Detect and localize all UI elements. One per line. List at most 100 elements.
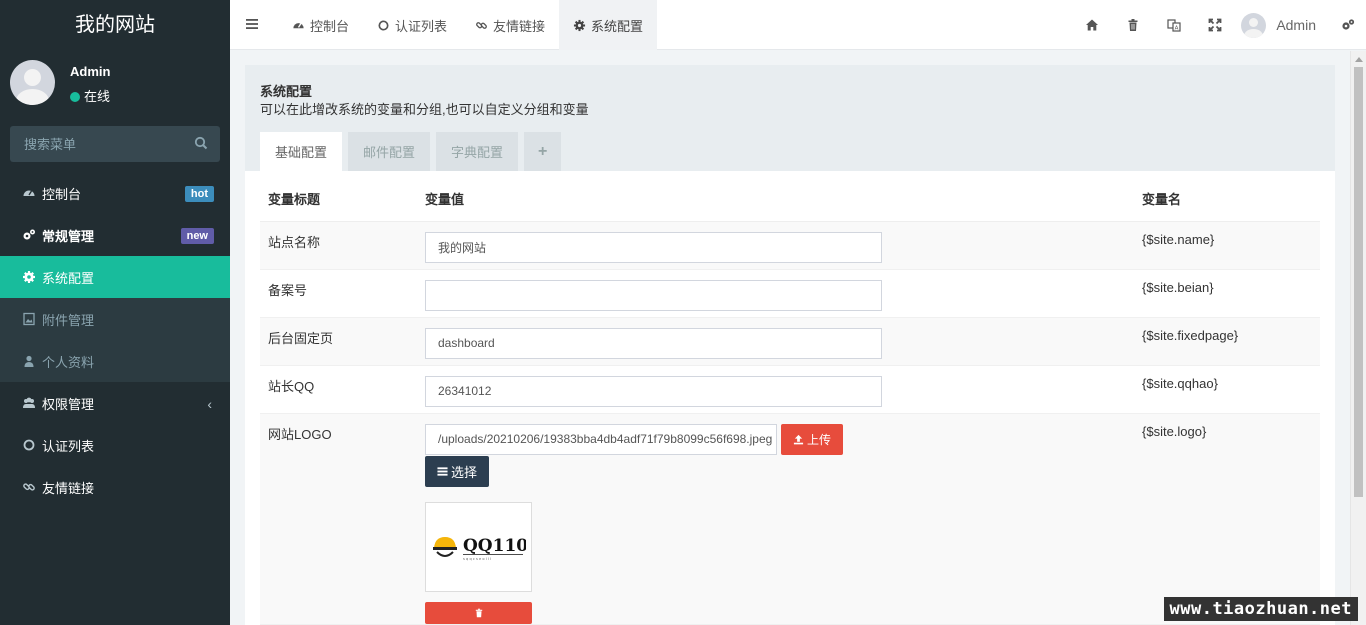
row-variable-name: {$site.logo} bbox=[1134, 413, 1320, 625]
user-icon bbox=[24, 355, 34, 367]
scrollbar-thumb[interactable] bbox=[1354, 67, 1363, 497]
column-header: 变量值 bbox=[417, 171, 1134, 222]
tab-dashboard[interactable]: 控制台 bbox=[278, 0, 363, 50]
sidebar-menu: 控制台 hot 常规管理 new 系统配置 附件管理 个人资料 权限管理 ‹ 认… bbox=[0, 172, 230, 508]
sidebar-item-label: 常规管理 bbox=[42, 228, 95, 244]
sidebar-item-label: 控制台 bbox=[42, 186, 82, 202]
row-title: 站点名称 bbox=[260, 221, 417, 270]
nav-tabs: 控制台 认证列表 友情链接 系统配置 bbox=[278, 0, 658, 50]
sidebar-item-system-config[interactable]: 系统配置 bbox=[0, 256, 230, 298]
home-icon bbox=[1085, 19, 1098, 31]
add-group-button[interactable]: + bbox=[524, 132, 562, 171]
scroll-up-icon[interactable] bbox=[1355, 57, 1363, 62]
header-user-menu[interactable]: Admin bbox=[1235, 0, 1330, 50]
row-variable-name: {$site.fixedpage} bbox=[1134, 317, 1320, 366]
table-row: 后台固定页 {$site.fixedpage} bbox=[260, 317, 1320, 366]
main-content: 系统配置 可以在此增改系统的变量和分组,也可以自定义分组和变量 基础配置 邮件配… bbox=[230, 51, 1350, 625]
row-title: 站长QQ bbox=[260, 365, 417, 414]
circle-icon bbox=[378, 19, 389, 31]
link-icon bbox=[476, 21, 487, 29]
user-name: Admin bbox=[70, 64, 111, 79]
tab-dictionary-config[interactable]: 字典配置 bbox=[436, 132, 519, 171]
sidebar-item-auth-list[interactable]: 认证列表 bbox=[0, 424, 230, 466]
tab-email-config[interactable]: 邮件配置 bbox=[348, 132, 431, 171]
choose-button[interactable]: 选择 bbox=[425, 455, 490, 487]
logo-path-field[interactable] bbox=[425, 423, 777, 455]
sidebar-item-label: 权限管理 bbox=[42, 396, 95, 412]
sidebar-item-permissions[interactable]: 权限管理 ‹ bbox=[0, 382, 230, 424]
tab-label: 控制台 bbox=[310, 18, 350, 34]
svg-text:A: A bbox=[1174, 26, 1178, 32]
row-variable-name: {$site.name} bbox=[1134, 221, 1320, 270]
sidebar-item-general[interactable]: 常规管理 new bbox=[0, 214, 230, 256]
logo-text: QQ110 bbox=[463, 536, 526, 556]
table-row: 站点名称 {$site.name} bbox=[260, 221, 1320, 270]
list-icon bbox=[437, 466, 448, 476]
cogs-icon bbox=[1342, 19, 1355, 30]
choose-label: 选择 bbox=[451, 464, 478, 480]
sidebar-item-label: 系统配置 bbox=[42, 270, 95, 286]
tab-label: 认证列表 bbox=[395, 18, 448, 34]
panel-header: 系统配置 可以在此增改系统的变量和分组,也可以自定义分组和变量 基础配置 邮件配… bbox=[245, 65, 1335, 171]
user-panel: Admin 在线 bbox=[0, 50, 230, 116]
vertical-scrollbar[interactable] bbox=[1350, 51, 1366, 625]
row-title: 备案号 bbox=[260, 269, 417, 318]
sidebar-item-label: 个人资料 bbox=[42, 354, 95, 370]
header-user-name: Admin bbox=[1276, 17, 1316, 33]
sidebar-item-label: 附件管理 bbox=[42, 312, 95, 328]
settings-button[interactable] bbox=[1330, 0, 1366, 50]
menu-toggle-icon[interactable] bbox=[245, 17, 259, 31]
upload-button[interactable]: 上传 bbox=[781, 423, 844, 455]
sidebar-item-links[interactable]: 友情链接 bbox=[0, 466, 230, 508]
config-table: 变量标题 变量值 变量名 站点名称 {$site.name} 备案号 {$sit… bbox=[260, 171, 1320, 625]
link-icon bbox=[23, 483, 35, 491]
language-button[interactable]: A bbox=[1153, 0, 1194, 50]
table-header: 变量标题 变量值 变量名 bbox=[260, 171, 1320, 222]
site-logo[interactable]: 我的网站 bbox=[0, 0, 230, 50]
expand-icon bbox=[1208, 18, 1222, 32]
menu-search bbox=[10, 126, 220, 162]
search-icon[interactable] bbox=[194, 136, 208, 150]
logo-subtext: s q q c s e o l l l bbox=[463, 557, 491, 561]
column-header: 变量名 bbox=[1134, 171, 1320, 222]
sidebar-item-profile[interactable]: 个人资料 bbox=[0, 340, 230, 382]
tab-label: 系统配置 bbox=[591, 18, 644, 34]
user-status: 在线 bbox=[70, 86, 110, 105]
row-title: 网站LOGO bbox=[260, 413, 417, 625]
qq-field[interactable] bbox=[425, 375, 882, 407]
trash-icon bbox=[1128, 19, 1138, 31]
sidebar-item-label: 认证列表 bbox=[42, 438, 95, 454]
hot-badge: hot bbox=[184, 186, 214, 202]
sidebar-item-dashboard[interactable]: 控制台 hot bbox=[0, 172, 230, 214]
gear-icon bbox=[23, 271, 35, 283]
cogs-icon bbox=[23, 229, 35, 240]
config-panel: 系统配置 可以在此增改系统的变量和分组,也可以自定义分组和变量 基础配置 邮件配… bbox=[245, 65, 1335, 625]
tab-auth-list[interactable]: 认证列表 bbox=[363, 0, 461, 50]
row-title: 后台固定页 bbox=[260, 317, 417, 366]
tab-links[interactable]: 友情链接 bbox=[461, 0, 559, 50]
sidebar-item-attachments[interactable]: 附件管理 bbox=[0, 298, 230, 340]
top-header: 控制台 认证列表 友情链接 系统配置 A Admin bbox=[230, 0, 1366, 50]
clear-cache-button[interactable] bbox=[1112, 0, 1153, 50]
delete-image-button[interactable] bbox=[425, 601, 532, 624]
fullscreen-button[interactable] bbox=[1194, 0, 1235, 50]
online-dot-icon bbox=[70, 92, 80, 102]
search-input[interactable] bbox=[10, 126, 180, 162]
config-tabs: 基础配置 邮件配置 字典配置 + bbox=[260, 132, 567, 171]
logo-preview[interactable]: QQ110 s q q c s e o l l l bbox=[425, 501, 532, 592]
tab-basic-config[interactable]: 基础配置 bbox=[260, 132, 343, 171]
home-button[interactable] bbox=[1071, 0, 1112, 50]
site-name-field[interactable] bbox=[425, 231, 882, 263]
gear-icon bbox=[573, 19, 586, 31]
sidebar: 我的网站 Admin 在线 控制台 hot 常规管理 new 系统配置 附件管理 bbox=[0, 0, 230, 625]
status-label: 在线 bbox=[84, 89, 111, 104]
table-row: 备案号 {$site.beian} bbox=[260, 269, 1320, 318]
dashboard-icon bbox=[293, 22, 304, 28]
circle-icon bbox=[23, 439, 35, 451]
avatar bbox=[1241, 12, 1267, 38]
tab-label: 友情链接 bbox=[493, 18, 546, 34]
fixed-page-field[interactable] bbox=[425, 327, 882, 359]
dashboard-icon bbox=[23, 190, 35, 196]
beian-field[interactable] bbox=[425, 279, 882, 311]
tab-system-config[interactable]: 系统配置 bbox=[559, 0, 658, 50]
